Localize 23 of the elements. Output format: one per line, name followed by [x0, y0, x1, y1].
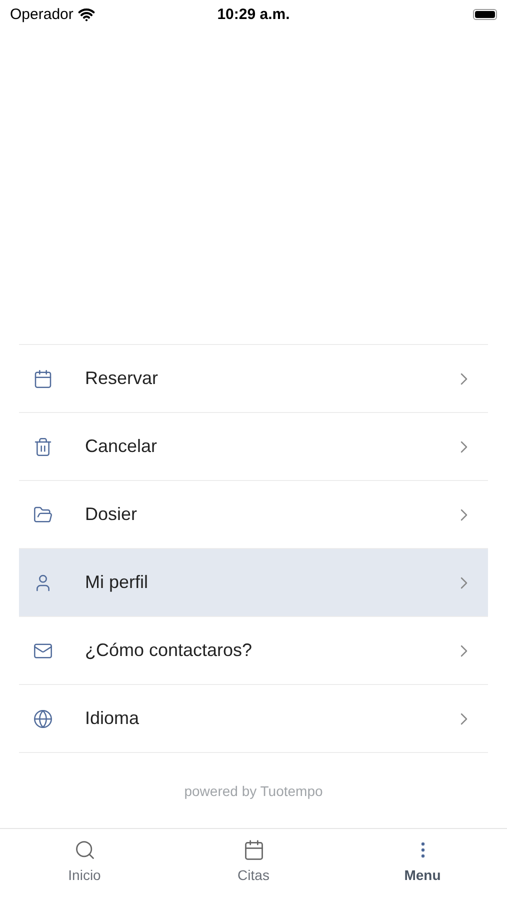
menu-label: ¿Cómo contactaros? [85, 640, 254, 661]
battery-icon [473, 8, 497, 20]
folder-icon [33, 504, 53, 524]
option-row[interactable]: Mi perfil [19, 549, 488, 617]
menu-label: Idioma [85, 708, 140, 729]
calendar-icon [33, 368, 53, 388]
powered-by-text: powered by Tuotempo [184, 782, 323, 798]
menu-label: Mi perfil [85, 572, 150, 593]
menu-label: Cancelar [85, 436, 158, 457]
tab-item[interactable]: Citas [169, 829, 338, 900]
tab-item[interactable]: Inicio [0, 829, 169, 900]
wifi-icon [78, 6, 96, 22]
search-icon [74, 839, 96, 861]
trash-icon [33, 436, 53, 456]
calendar-icon [242, 839, 264, 861]
menu-label: Dosier [85, 504, 138, 525]
tab-item[interactable]: Menu [338, 829, 507, 900]
envelope-icon [33, 640, 53, 660]
menu-icon [420, 842, 424, 858]
carrier-name: Operador [10, 6, 74, 22]
globe-icon [33, 708, 53, 728]
clock-time: 10:29 a.m. [217, 6, 290, 22]
menu-label: Reservar [85, 368, 160, 389]
